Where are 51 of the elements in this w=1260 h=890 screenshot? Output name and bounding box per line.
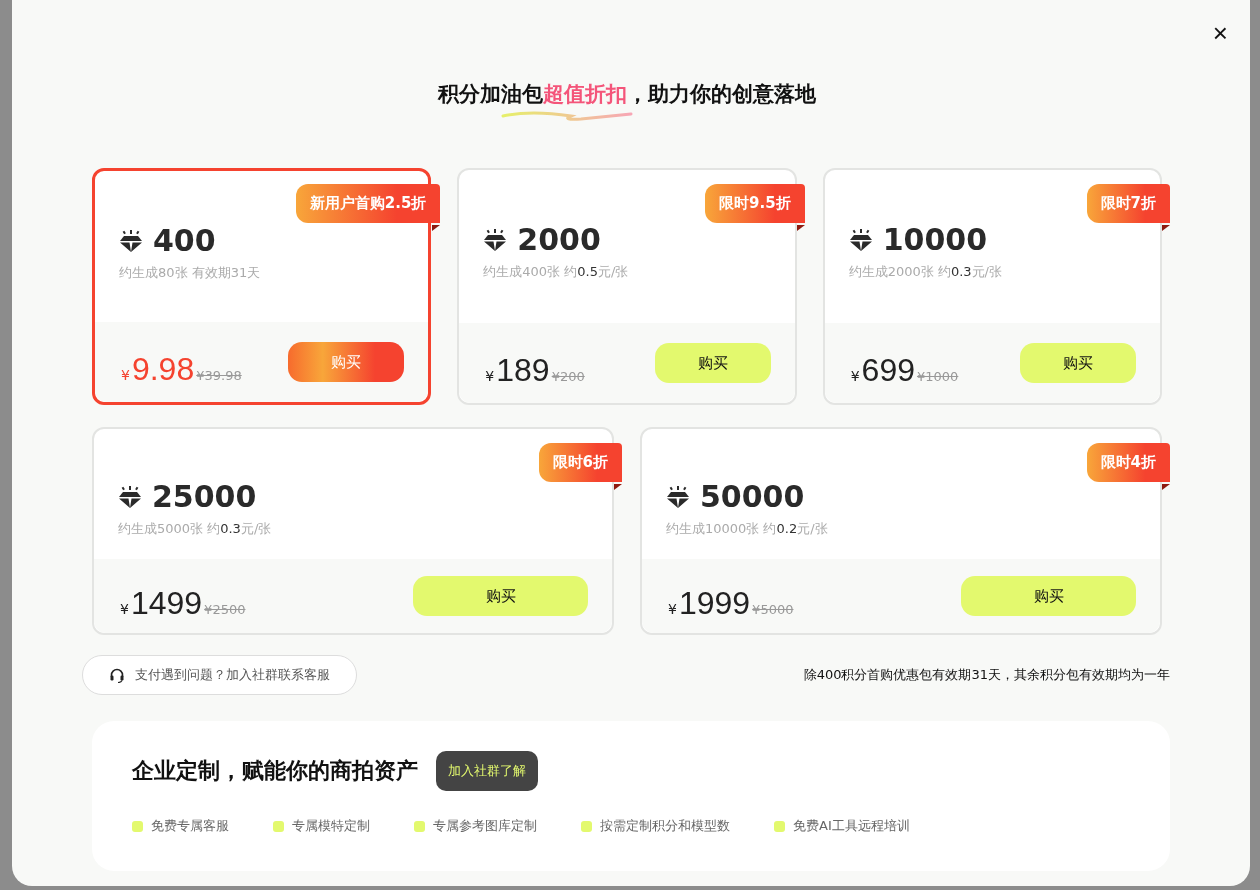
buy-button[interactable]: 购买 xyxy=(654,343,771,383)
close-button[interactable]: × xyxy=(1212,20,1228,46)
discount-ribbon: 限时9.5折 xyxy=(705,184,805,223)
pack-description: 约生成5000张 约0.3元/张 xyxy=(118,520,273,538)
join-community-button[interactable]: 加入社群了解 xyxy=(436,751,538,791)
discount-ribbon: 限时7折 xyxy=(1086,184,1170,223)
pack-description: 约生成2000张 约0.3元/张 xyxy=(848,263,1003,281)
buy-button[interactable]: 购买 xyxy=(413,576,588,616)
original-price: ¥2500 xyxy=(204,601,246,617)
currency-sign: ¥ xyxy=(120,600,129,617)
buy-button[interactable]: 购买 xyxy=(961,576,1136,616)
pack-description: 约生成400张 约0.5元/张 xyxy=(483,263,630,281)
enterprise-title: 企业定制，赋能你的商拍资产 xyxy=(132,757,418,785)
pack-description: 约生成80张 有效期31天 xyxy=(119,264,262,282)
support-button[interactable]: 支付遇到问题？加入社群联系客服 xyxy=(82,655,357,695)
diamond-icon xyxy=(666,485,690,508)
currency-sign: ¥ xyxy=(485,367,495,384)
price: 9.98 xyxy=(131,350,195,388)
pack-description: 约生成10000张 约0.2元/张 xyxy=(666,520,829,538)
feature-label: 专属模特定制 xyxy=(292,817,370,835)
original-price: ¥1000 xyxy=(916,368,959,384)
diamond-icon xyxy=(119,229,143,252)
points-amount: 400 xyxy=(153,223,216,258)
diamond-icon xyxy=(848,228,873,251)
feature-label: 按需定制积分和模型数 xyxy=(600,817,730,835)
feature-label: 专属参考图库定制 xyxy=(433,817,537,835)
price: 1999 xyxy=(678,584,751,622)
diamond-icon xyxy=(118,485,142,508)
points-amount: 2000 xyxy=(517,222,601,257)
diamond-icon xyxy=(483,228,508,251)
original-price: ¥5000 xyxy=(752,601,794,617)
headset-icon xyxy=(109,667,125,683)
points-amount: 10000 xyxy=(882,222,988,257)
buy-button[interactable]: 购买 xyxy=(1020,343,1136,383)
price: 699 xyxy=(861,351,915,389)
price: 1499 xyxy=(130,584,203,622)
points-amount: 25000 xyxy=(152,479,257,514)
currency-sign: ¥ xyxy=(850,367,860,384)
dialog-title: 积分加油包超值折扣，助力你的创意落地 xyxy=(438,81,816,108)
original-price: ¥39.98 xyxy=(196,367,242,383)
validity-note: 除400积分首购优惠包有效期31天，其余积分包有效期均为一年 xyxy=(803,666,1170,684)
feature-label: 免费专属客服 xyxy=(151,817,229,835)
original-price: ¥200 xyxy=(551,368,585,384)
discount-ribbon: 限时6折 xyxy=(538,443,622,482)
discount-ribbon: 新用户首购2.5折 xyxy=(295,184,441,223)
discount-ribbon: 限时4折 xyxy=(1086,443,1170,482)
currency-sign: ¥ xyxy=(668,600,677,617)
feature-label: 免费AI工具远程培训 xyxy=(793,817,910,835)
currency-sign: ¥ xyxy=(121,366,130,383)
points-amount: 50000 xyxy=(700,479,805,514)
price: 189 xyxy=(496,351,550,389)
